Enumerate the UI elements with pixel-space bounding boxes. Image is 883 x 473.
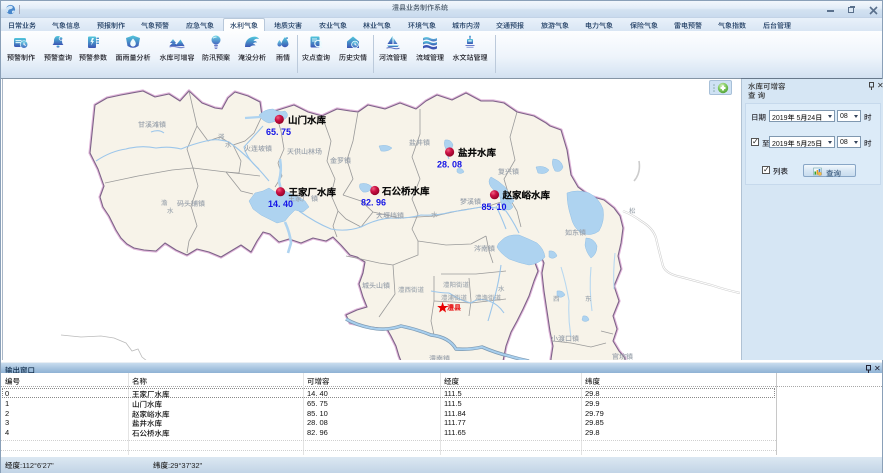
svg-text:涔: 涔 bbox=[218, 133, 225, 141]
svg-text:水: 水 bbox=[167, 207, 174, 215]
svg-text:甘溪滩镇: 甘溪滩镇 bbox=[138, 121, 166, 129]
svg-text:涔南镇: 涔南镇 bbox=[474, 245, 495, 253]
svg-text:码头铺镇: 码头铺镇 bbox=[177, 200, 205, 208]
svg-text:城头山镇: 城头山镇 bbox=[362, 282, 390, 290]
svg-text:澧县: 澧县 bbox=[447, 303, 461, 312]
svg-text:水: 水 bbox=[498, 285, 505, 293]
svg-text:水: 水 bbox=[431, 211, 438, 219]
svg-text:澧阳街道: 澧阳街道 bbox=[443, 281, 470, 289]
svg-text:梦溪镇: 梦溪镇 bbox=[460, 198, 481, 206]
svg-text:盐井镇: 盐井镇 bbox=[409, 139, 430, 147]
svg-text:如东镇: 如东镇 bbox=[565, 229, 586, 237]
svg-text:王家厂水库: 王家厂水库 bbox=[289, 185, 337, 199]
svg-text:东: 东 bbox=[585, 295, 592, 303]
svg-text:松: 松 bbox=[629, 207, 636, 215]
svg-text:火连坡镇: 火连坡镇 bbox=[244, 145, 272, 153]
svg-text:65. 75: 65. 75 bbox=[266, 127, 291, 137]
svg-text:澧澹街道: 澧澹街道 bbox=[475, 294, 502, 302]
svg-text:大堰垱镇: 大堰垱镇 bbox=[376, 212, 404, 220]
svg-text:西: 西 bbox=[553, 295, 560, 303]
svg-text:澧浦街道: 澧浦街道 bbox=[441, 294, 468, 302]
svg-text:复兴镇: 复兴镇 bbox=[498, 168, 519, 176]
svg-text:天供山林场: 天供山林场 bbox=[287, 148, 322, 156]
svg-text:金罗镇: 金罗镇 bbox=[330, 157, 351, 165]
svg-text:石公桥水库: 石公桥水库 bbox=[381, 184, 430, 198]
svg-text:85. 10: 85. 10 bbox=[482, 202, 507, 212]
svg-text:澹: 澹 bbox=[161, 199, 168, 207]
svg-text:澧南镇: 澧南镇 bbox=[429, 355, 450, 360]
svg-text:14. 40: 14. 40 bbox=[268, 199, 293, 209]
svg-text:官垸镇: 官垸镇 bbox=[612, 353, 633, 360]
svg-text:澧西街道: 澧西街道 bbox=[398, 286, 425, 294]
svg-text:28. 08: 28. 08 bbox=[437, 160, 462, 170]
svg-text:山门水库: 山门水库 bbox=[288, 113, 327, 127]
svg-text:盐井水库: 盐井水库 bbox=[458, 145, 497, 159]
svg-text:赵家峪水库: 赵家峪水库 bbox=[502, 188, 551, 202]
svg-text:水: 水 bbox=[225, 141, 232, 149]
svg-text:82. 96: 82. 96 bbox=[361, 198, 386, 208]
svg-text:小渡口镇: 小渡口镇 bbox=[551, 335, 579, 343]
